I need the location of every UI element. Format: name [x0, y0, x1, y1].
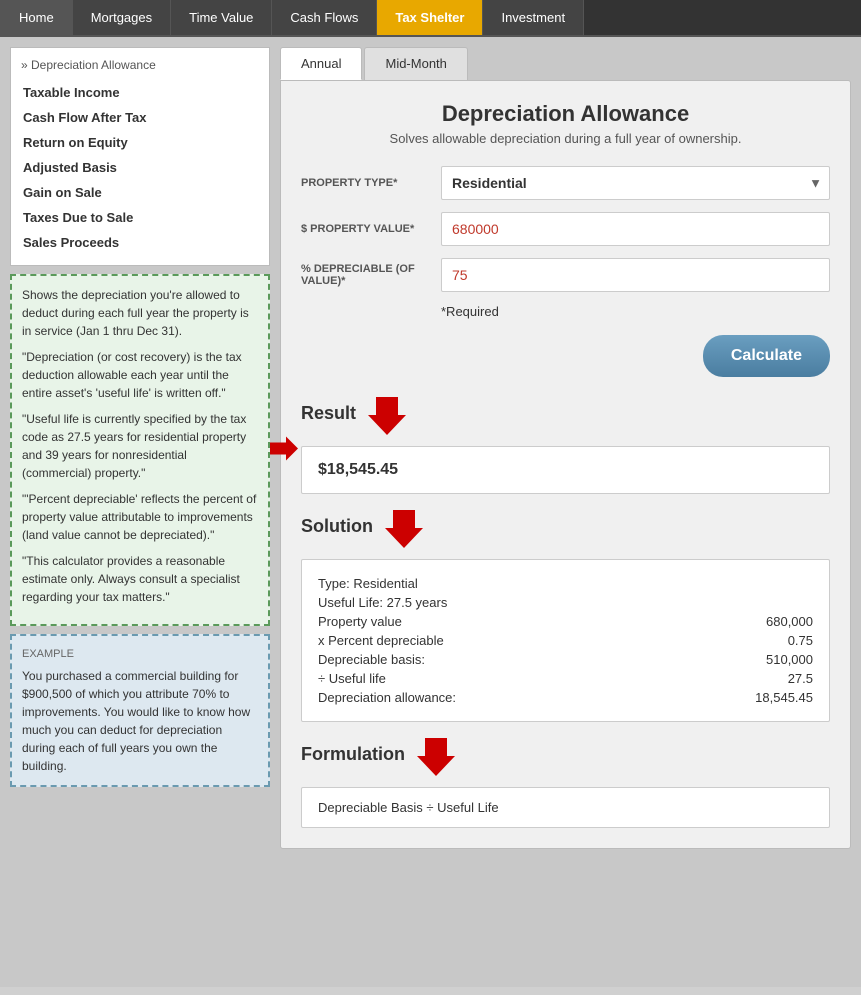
sol-label-0: Type: Residential [318, 576, 418, 591]
property-value-input[interactable] [441, 212, 830, 246]
nav-cash-flows[interactable]: Cash Flows [272, 0, 377, 35]
depreciable-group: % DEPRECIABLE (OF VALUE)* [301, 258, 830, 292]
sol-label-6: Depreciation allowance: [318, 690, 456, 705]
solution-row-2: Property value 680,000 [318, 612, 813, 631]
sol-value-2: 680,000 [733, 614, 813, 629]
main-card: Depreciation Allowance Solves allowable … [280, 80, 851, 849]
sidebar-header: » Depreciation Allowance [21, 58, 259, 72]
sol-value-1 [733, 595, 813, 610]
sol-label-4: Depreciable basis: [318, 652, 425, 667]
info-paragraph-1: Shows the depreciation you're allowed to… [22, 286, 258, 340]
sidebar-item-taxes-due-to-sale[interactable]: Taxes Due to Sale [21, 205, 259, 230]
main-layout: » Depreciation Allowance Taxable Income … [0, 37, 861, 987]
solution-row-1: Useful Life: 27.5 years [318, 593, 813, 612]
sidebar-item-adjusted-basis[interactable]: Adjusted Basis [21, 155, 259, 180]
property-type-label: PROPERTY TYPE* [301, 177, 441, 189]
info-paragraph-2: "Depreciation (or cost recovery) is the … [22, 348, 258, 402]
sol-label-3: x Percent depreciable [318, 633, 444, 648]
sol-value-0 [733, 576, 813, 591]
formulation-arrow-icon [417, 738, 455, 779]
result-title: Result [301, 403, 356, 424]
solution-arrow-icon [385, 510, 423, 551]
nav-bar: Home Mortgages Time Value Cash Flows Tax… [0, 0, 861, 37]
example-box: EXAMPLE You purchased a commercial build… [10, 634, 270, 787]
calculate-button[interactable]: Calculate [703, 335, 830, 377]
property-type-select-wrapper: Residential Commercial ▼ [441, 166, 830, 200]
nav-time-value[interactable]: Time Value [171, 0, 272, 35]
sol-value-5: 27.5 [733, 671, 813, 686]
example-text: You purchased a commercial building for … [22, 667, 258, 775]
sidebar-item-cash-flow-after-tax[interactable]: Cash Flow After Tax [21, 105, 259, 130]
tab-annual[interactable]: Annual [280, 47, 362, 80]
solution-box: Type: Residential Useful Life: 27.5 year… [301, 559, 830, 722]
nav-mortgages[interactable]: Mortgages [73, 0, 171, 35]
card-title: Depreciation Allowance [301, 101, 830, 127]
solution-row-4: Depreciable basis: 510,000 [318, 650, 813, 669]
sidebar-nav: » Depreciation Allowance Taxable Income … [10, 47, 270, 266]
sidebar-item-return-on-equity[interactable]: Return on Equity [21, 130, 259, 155]
property-value-group: $ PROPERTY VALUE* [301, 212, 830, 246]
nav-tax-shelter[interactable]: Tax Shelter [377, 0, 483, 35]
sol-label-1: Useful Life: 27.5 years [318, 595, 447, 610]
nav-investment[interactable]: Investment [483, 0, 584, 35]
formulation-title: Formulation [301, 744, 405, 765]
info-paragraph-4: "'Percent depreciable' reflects the perc… [22, 490, 258, 544]
tabs: Annual Mid-Month [280, 47, 851, 80]
solution-title: Solution [301, 516, 373, 537]
card-subtitle: Solves allowable depreciation during a f… [301, 131, 830, 146]
example-label: EXAMPLE [22, 646, 258, 663]
property-type-select[interactable]: Residential Commercial [441, 166, 830, 200]
tab-mid-month[interactable]: Mid-Month [364, 47, 467, 80]
sol-label-2: Property value [318, 614, 402, 629]
required-note: *Required [441, 304, 830, 319]
sidebar-item-taxable-income[interactable]: Taxable Income [21, 80, 259, 105]
info-box: Shows the depreciation you're allowed to… [10, 274, 270, 626]
formula-box: Depreciable Basis ÷ Useful Life [301, 787, 830, 828]
result-arrow-icon [368, 397, 406, 438]
sidebar-item-gain-on-sale[interactable]: Gain on Sale [21, 180, 259, 205]
sol-value-3: 0.75 [733, 633, 813, 648]
property-type-group: PROPERTY TYPE* Residential Commercial ▼ [301, 166, 830, 200]
sidebar-item-sales-proceeds[interactable]: Sales Proceeds [21, 230, 259, 255]
solution-row-3: x Percent depreciable 0.75 [318, 631, 813, 650]
depreciable-input[interactable] [441, 258, 830, 292]
result-box: $18,545.45 [301, 446, 830, 494]
solution-row-5: ÷ Useful life 27.5 [318, 669, 813, 688]
sol-value-6: 18,545.45 [733, 690, 813, 705]
info-paragraph-3: "Useful life is currently specified by t… [22, 410, 258, 482]
sol-label-5: ÷ Useful life [318, 671, 386, 686]
info-paragraph-5: "This calculator provides a reasonable e… [22, 552, 258, 606]
sidebar: » Depreciation Allowance Taxable Income … [10, 47, 270, 977]
property-value-label: $ PROPERTY VALUE* [301, 223, 441, 235]
nav-home[interactable]: Home [0, 0, 73, 35]
sol-value-4: 510,000 [733, 652, 813, 667]
content-area: Annual Mid-Month Depreciation Allowance … [280, 47, 851, 977]
depreciable-label: % DEPRECIABLE (OF VALUE)* [301, 263, 441, 287]
solution-row-6: Depreciation allowance: 18,545.45 [318, 688, 813, 707]
red-arrow-info [270, 435, 298, 466]
solution-row-0: Type: Residential [318, 574, 813, 593]
